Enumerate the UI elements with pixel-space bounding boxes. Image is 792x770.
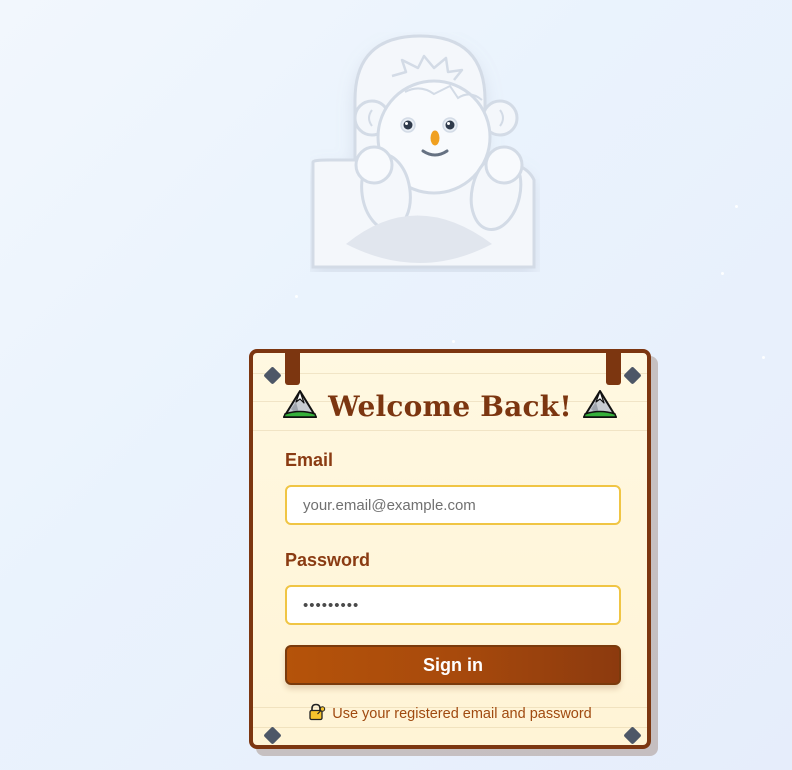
card-header: Welcome Back! [253,385,647,427]
bolt-icon [263,726,282,745]
hanging-strap [285,353,300,385]
password-field[interactable] [285,585,621,625]
sparkle [762,356,765,359]
hint-text: Use your registered email and password [332,706,592,722]
lock-with-key-icon [308,703,326,725]
sparkle [452,340,455,343]
email-field[interactable] [285,485,621,525]
password-label: Password [285,550,371,570]
sparkle [735,205,738,208]
yeti-mascot-icon [310,32,540,272]
card-title: Welcome Back! [328,389,572,423]
mountain-icon [282,388,318,424]
plank-line [253,373,647,374]
bolt-icon [623,726,642,745]
hanging-strap [606,353,621,385]
mountain-icon [582,388,618,424]
bolt-icon [263,366,282,385]
plank-line [253,430,647,431]
sparkle [295,295,298,298]
email-label: Email [285,450,334,470]
login-hint: Use your registered email and password [253,703,647,725]
plank-line [253,727,647,728]
sparkle [721,272,724,275]
bolt-icon [623,366,642,385]
login-card: Welcome Back! Email Password Sign in Use… [249,349,651,749]
sign-in-button[interactable]: Sign in [285,645,621,685]
